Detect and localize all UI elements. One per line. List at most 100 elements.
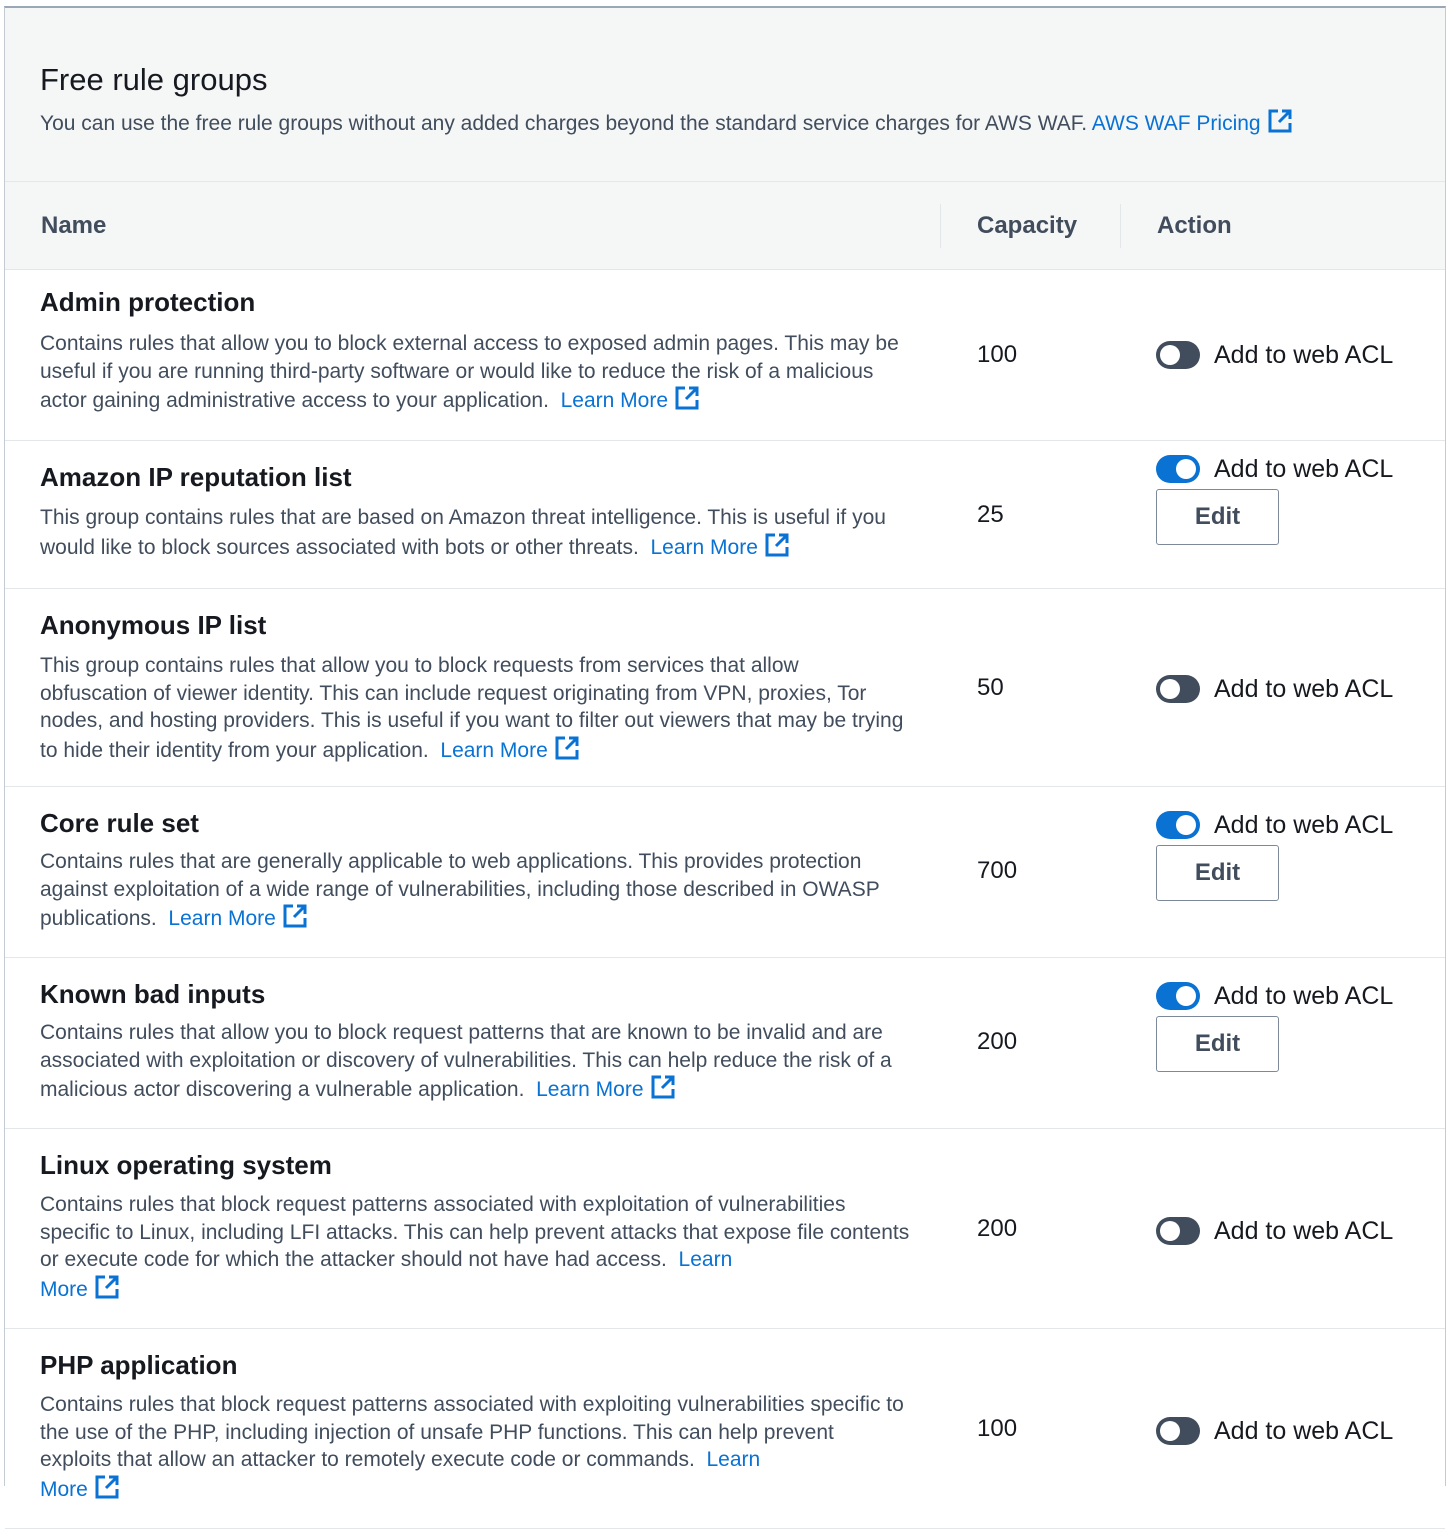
toggle-knob bbox=[1176, 815, 1196, 835]
rule-group-description: Contains rules that allow you to block e… bbox=[40, 330, 910, 415]
external-link-icon bbox=[765, 533, 789, 556]
external-link-icon bbox=[675, 386, 699, 410]
table-row: PHP application Contains rules that bloc… bbox=[5, 1329, 1445, 1529]
table-row: Anonymous IP list This group contains ru… bbox=[5, 589, 1445, 787]
rule-group-capacity: 100 bbox=[977, 341, 1018, 368]
rule-group-list: Admin protection Contains rules that all… bbox=[5, 270, 1445, 1529]
add-to-web-acl-control[interactable]: Add to web ACL bbox=[1156, 339, 1393, 371]
add-to-web-acl-control[interactable]: Add to web ACL bbox=[1156, 1215, 1393, 1247]
rule-group-description-text: Contains rules that are generally applic… bbox=[40, 850, 880, 930]
rule-group-description: Contains rules that are generally applic… bbox=[40, 848, 910, 933]
add-to-web-acl-label[interactable]: Add to web ACL bbox=[1214, 455, 1393, 484]
rule-group-description: Contains rules that block request patter… bbox=[40, 1391, 910, 1503]
section-description-text: You can use the free rule groups without… bbox=[40, 112, 1088, 135]
rule-group-name: Core rule set bbox=[40, 808, 199, 838]
table-row: Core rule set Contains rules that are ge… bbox=[5, 787, 1445, 958]
edit-rule-group-button[interactable]: Edit bbox=[1156, 845, 1279, 901]
toggle-knob bbox=[1160, 345, 1180, 365]
column-divider bbox=[940, 204, 941, 248]
learn-more-link[interactable]: Learn More bbox=[536, 1075, 675, 1101]
add-to-web-acl-control[interactable]: Add to web ACL bbox=[1156, 453, 1393, 485]
add-to-web-acl-toggle[interactable] bbox=[1156, 982, 1200, 1010]
rule-group-capacity: 25 bbox=[977, 501, 1004, 528]
rule-group-description: Contains rules that allow you to block r… bbox=[40, 1019, 910, 1104]
add-to-web-acl-toggle[interactable] bbox=[1156, 675, 1200, 703]
aws-waf-pricing-link[interactable]: AWS WAF Pricing bbox=[1092, 109, 1293, 135]
rule-group-action: Add to web ACL Edit bbox=[1156, 809, 1393, 901]
rule-group-description: Contains rules that block request patter… bbox=[40, 1191, 910, 1303]
learn-more-link-text: Learn bbox=[678, 1248, 733, 1271]
rule-group-action: Add to web ACL bbox=[1156, 673, 1393, 705]
rule-group-action: Add to web ACL Edit bbox=[1156, 453, 1393, 545]
learn-more-link-text: Learn More bbox=[560, 389, 668, 412]
toggle-knob bbox=[1160, 679, 1180, 699]
add-to-web-acl-toggle[interactable] bbox=[1156, 811, 1200, 839]
external-link-icon bbox=[283, 904, 307, 928]
rule-group-description-text: Contains rules that allow you to block r… bbox=[40, 1021, 892, 1101]
rule-group-action: Add to web ACL bbox=[1156, 1215, 1393, 1247]
learn-more-link-text: Learn More bbox=[168, 907, 276, 930]
add-to-web-acl-toggle[interactable] bbox=[1156, 1217, 1200, 1245]
learn-more-link[interactable]: Learn More bbox=[650, 533, 789, 559]
rule-group-name: PHP application bbox=[40, 1350, 238, 1380]
add-to-web-acl-toggle[interactable] bbox=[1156, 341, 1200, 369]
column-header-name[interactable]: Name bbox=[41, 182, 106, 270]
section-description: You can use the free rule groups without… bbox=[40, 108, 1445, 138]
add-to-web-acl-label[interactable]: Add to web ACL bbox=[1214, 1217, 1393, 1246]
column-header-capacity[interactable]: Capacity bbox=[977, 182, 1077, 270]
rule-group-capacity: 700 bbox=[977, 857, 1018, 884]
rule-group-description-text: Contains rules that block request patter… bbox=[40, 1193, 910, 1271]
rule-group-capacity: 200 bbox=[977, 1028, 1018, 1055]
rule-group-capacity: 200 bbox=[977, 1215, 1018, 1242]
learn-more-link[interactable]: Learn More bbox=[560, 386, 700, 412]
toggle-knob bbox=[1160, 1421, 1180, 1441]
table-row: Linux operating system Contains rules th… bbox=[5, 1129, 1445, 1329]
toggle-knob bbox=[1160, 1221, 1180, 1241]
add-to-web-acl-control[interactable]: Add to web ACL bbox=[1156, 809, 1393, 841]
edit-rule-group-button[interactable]: Edit bbox=[1156, 1016, 1279, 1072]
external-link-icon bbox=[555, 736, 579, 759]
rule-group-action: Add to web ACL bbox=[1156, 339, 1393, 371]
rule-group-name: Linux operating system bbox=[40, 1150, 332, 1180]
column-divider bbox=[1120, 204, 1121, 248]
section-header: Free rule groups You can use the free ru… bbox=[5, 8, 1445, 182]
learn-more-link-text: Learn More bbox=[440, 738, 548, 762]
column-header-action[interactable]: Action bbox=[1157, 182, 1232, 270]
rule-group-description: This group contains rules that are based… bbox=[40, 504, 910, 561]
rule-group-name: Admin protection bbox=[40, 287, 256, 317]
rule-group-capacity: 100 bbox=[977, 1415, 1018, 1442]
rule-group-description: This group contains rules that allow you… bbox=[40, 652, 910, 764]
table-row: Amazon IP reputation list This group con… bbox=[5, 441, 1445, 589]
learn-more-link-text: More bbox=[40, 1277, 88, 1301]
learn-more-link-text: Learn bbox=[706, 1448, 761, 1471]
add-to-web-acl-label[interactable]: Add to web ACL bbox=[1214, 341, 1393, 370]
rule-group-description-text: Contains rules that allow you to block e… bbox=[40, 332, 899, 412]
rule-group-action: Add to web ACL bbox=[1156, 1415, 1393, 1447]
rule-group-name: Amazon IP reputation list bbox=[40, 462, 352, 492]
toggle-knob bbox=[1176, 459, 1196, 479]
section-title: Free rule groups bbox=[40, 62, 268, 97]
rule-group-capacity: 50 bbox=[977, 674, 1004, 701]
table-row: Known bad inputs Contains rules that all… bbox=[5, 958, 1445, 1129]
learn-more-link-text: Learn More bbox=[536, 1078, 644, 1101]
rule-group-name: Anonymous IP list bbox=[40, 610, 267, 640]
learn-more-link[interactable]: Learn More bbox=[168, 904, 307, 930]
learn-more-link[interactable]: Learn More bbox=[440, 736, 579, 762]
table-row: Admin protection Contains rules that all… bbox=[5, 270, 1445, 441]
add-to-web-acl-control[interactable]: Add to web ACL bbox=[1156, 673, 1393, 705]
table-header: Name Capacity Action bbox=[5, 182, 1445, 270]
add-to-web-acl-label[interactable]: Add to web ACL bbox=[1214, 1417, 1393, 1446]
external-link-icon bbox=[95, 1475, 119, 1498]
external-link-icon bbox=[1268, 109, 1292, 133]
external-link-icon bbox=[651, 1075, 674, 1099]
edit-rule-group-button[interactable]: Edit bbox=[1156, 489, 1279, 545]
add-to-web-acl-control[interactable]: Add to web ACL bbox=[1156, 980, 1393, 1012]
add-to-web-acl-label[interactable]: Add to web ACL bbox=[1214, 982, 1393, 1011]
add-to-web-acl-control[interactable]: Add to web ACL bbox=[1156, 1415, 1393, 1447]
add-to-web-acl-label[interactable]: Add to web ACL bbox=[1214, 675, 1393, 704]
add-to-web-acl-toggle[interactable] bbox=[1156, 455, 1200, 483]
add-to-web-acl-label[interactable]: Add to web ACL bbox=[1214, 811, 1393, 840]
learn-more-link-text: More bbox=[40, 1477, 88, 1501]
learn-more-link-text: Learn More bbox=[650, 535, 758, 559]
add-to-web-acl-toggle[interactable] bbox=[1156, 1417, 1200, 1445]
